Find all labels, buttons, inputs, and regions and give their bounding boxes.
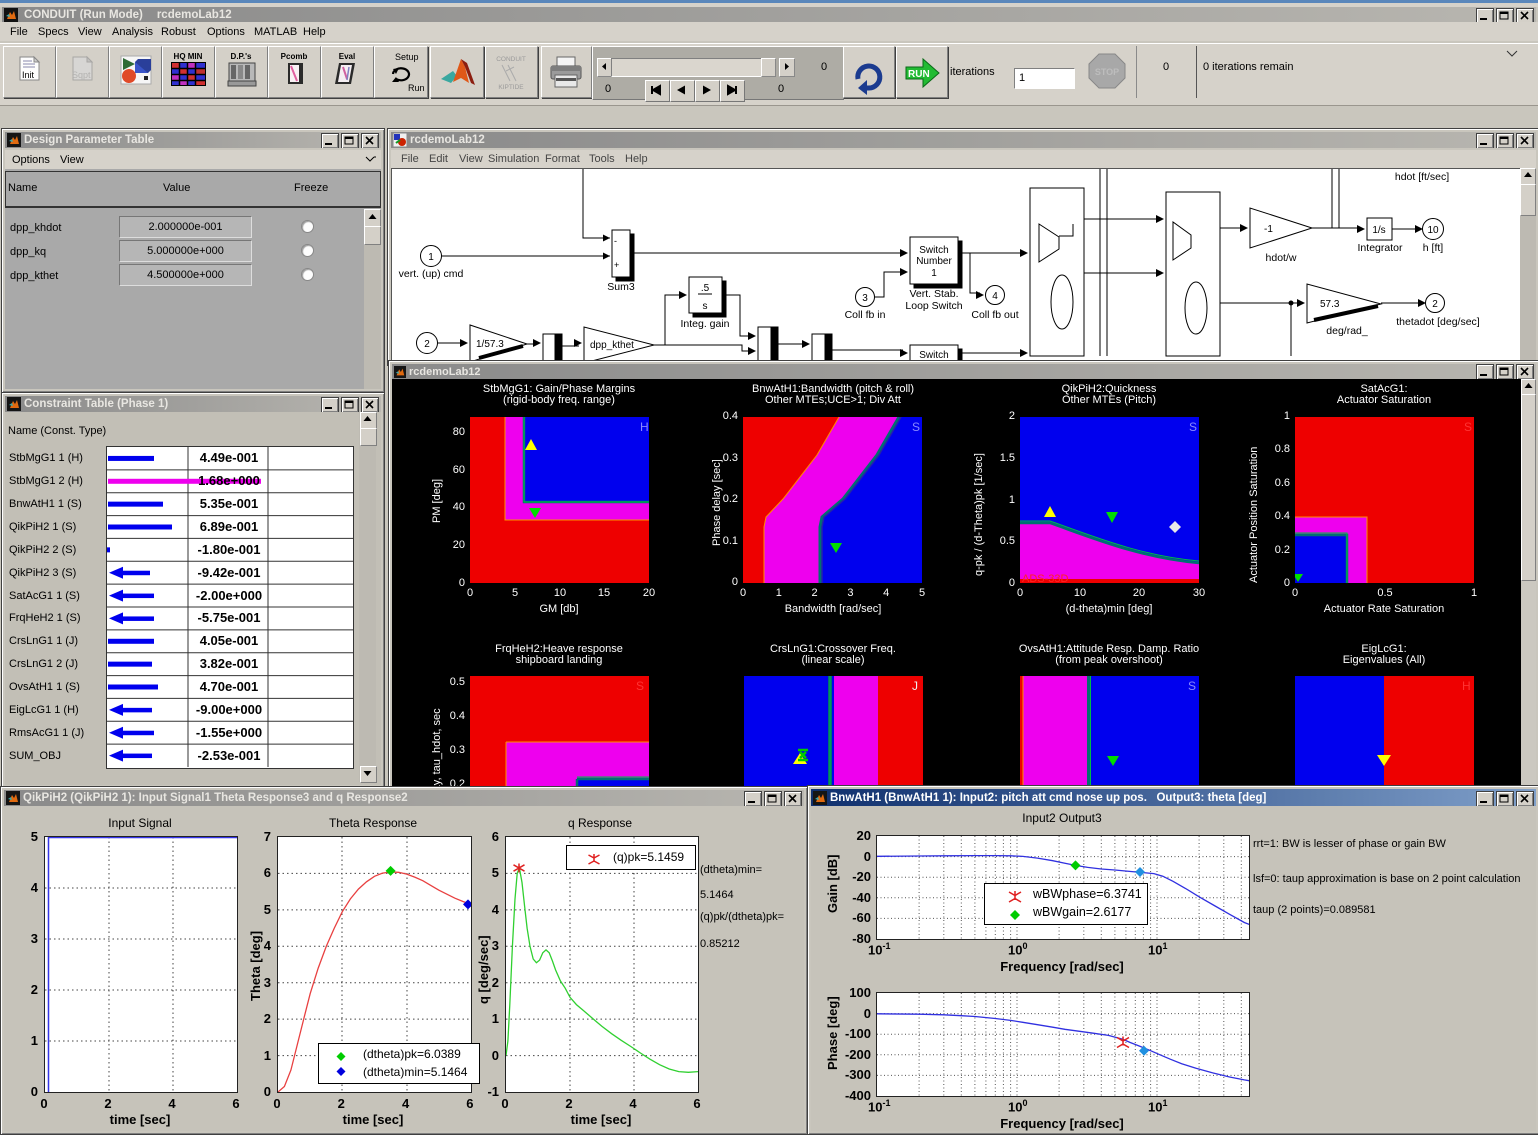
- svg-text:Switch: Switch: [919, 245, 948, 256]
- svg-text:Coll fb out: Coll fb out: [971, 309, 1018, 321]
- svg-text:S: S: [636, 679, 644, 693]
- svg-text:Init: Init: [22, 70, 35, 80]
- svg-text:H: H: [1462, 679, 1471, 693]
- svg-text:HQ MIN: HQ MIN: [174, 52, 203, 61]
- svg-text:57.3: 57.3: [1320, 299, 1340, 310]
- svg-text:Eval: Eval: [339, 52, 355, 61]
- svg-text:S: S: [1464, 420, 1472, 434]
- svg-text:Integ. gain: Integ. gain: [680, 318, 729, 330]
- svg-text:S: S: [912, 420, 920, 434]
- svg-text:1: 1: [931, 268, 937, 279]
- svg-text:vert. (up) cmd: vert. (up) cmd: [399, 268, 464, 280]
- svg-text:2: 2: [424, 339, 430, 350]
- svg-text:s: s: [703, 301, 708, 312]
- svg-text:3: 3: [862, 293, 868, 304]
- svg-text:S: S: [1189, 420, 1197, 434]
- svg-text:Sqpt: Sqpt: [72, 70, 91, 80]
- svg-text:1/57.3: 1/57.3: [476, 339, 504, 350]
- svg-text:2: 2: [1432, 299, 1438, 310]
- svg-text:ADS-33D: ADS-33D: [1022, 573, 1069, 583]
- svg-text:-1: -1: [1264, 224, 1273, 235]
- svg-text:KIPTIDE: KIPTIDE: [498, 84, 524, 91]
- svg-text:hdot [ft/sec]: hdot [ft/sec]: [1395, 171, 1449, 183]
- svg-text:STOP: STOP: [1095, 67, 1119, 77]
- svg-text:S: S: [1188, 679, 1196, 693]
- svg-text:+: +: [614, 260, 619, 270]
- svg-text:H: H: [640, 420, 649, 434]
- svg-text:Setup: Setup: [395, 52, 419, 62]
- svg-text:.5: .5: [701, 283, 710, 294]
- svg-text:thetadot [deg/sec]: thetadot [deg/sec]: [1396, 316, 1480, 328]
- svg-text:RUN: RUN: [908, 69, 930, 80]
- svg-text:4: 4: [992, 291, 998, 302]
- svg-text:J: J: [912, 679, 918, 693]
- svg-text:Pcomb: Pcomb: [281, 52, 308, 61]
- svg-text:1: 1: [428, 252, 434, 263]
- svg-text:Number: Number: [916, 256, 952, 267]
- svg-text:CONDUIT: CONDUIT: [496, 56, 526, 63]
- svg-text:10: 10: [1427, 225, 1439, 236]
- svg-text:Coll fb in: Coll fb in: [845, 309, 886, 321]
- svg-text:hdot/w: hdot/w: [1266, 252, 1297, 264]
- svg-text:Integrator: Integrator: [1358, 242, 1403, 254]
- svg-text:h [ft]: h [ft]: [1423, 242, 1444, 254]
- svg-text:1/s: 1/s: [1372, 225, 1385, 236]
- svg-text:deg/rad_: deg/rad_: [1326, 325, 1368, 337]
- svg-text:Run: Run: [408, 83, 425, 93]
- svg-text:Vert. Stab.: Vert. Stab.: [909, 288, 958, 300]
- svg-text:D.P.'s: D.P.'s: [231, 52, 252, 61]
- svg-text:Loop Switch: Loop Switch: [905, 300, 962, 312]
- svg-text:dpp_kthet: dpp_kthet: [590, 340, 634, 351]
- svg-text:-: -: [614, 236, 617, 246]
- svg-text:Sum3: Sum3: [607, 281, 635, 293]
